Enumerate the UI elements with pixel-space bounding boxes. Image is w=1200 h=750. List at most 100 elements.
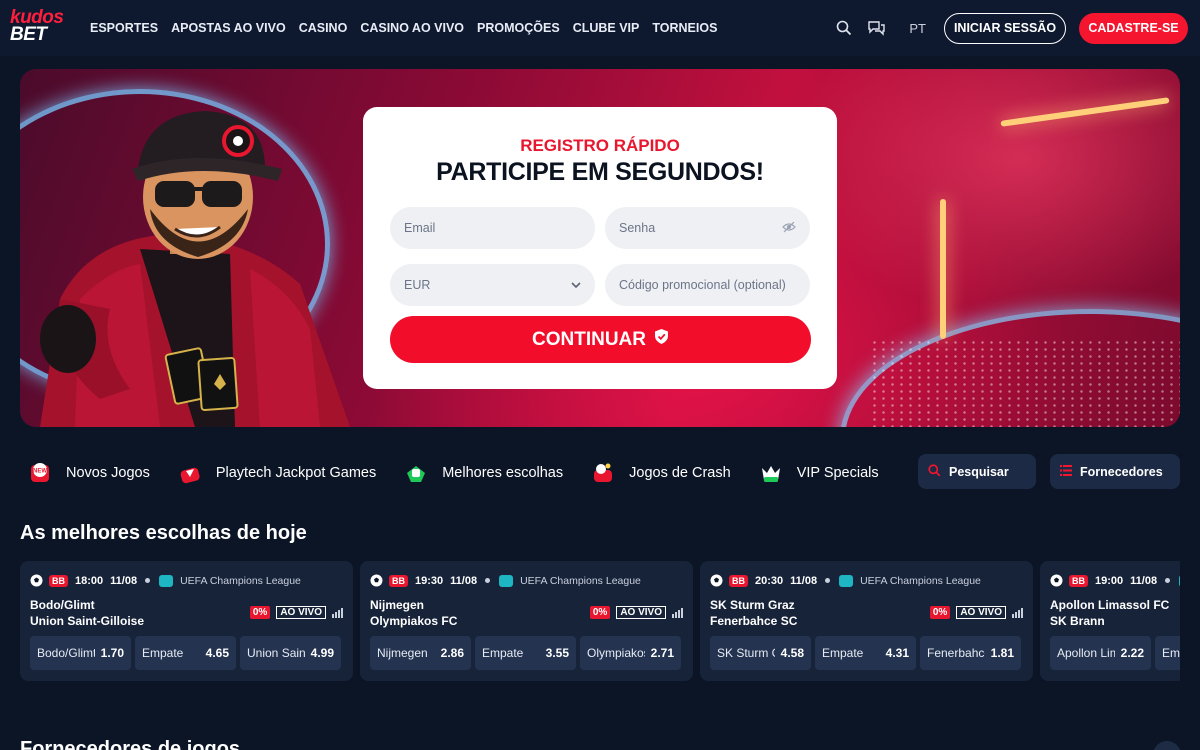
match-card[interactable]: BB 19:30 11/08 UEFA Champions League Nij… [360,561,693,681]
percent-badge: 0% [929,606,951,619]
top-picks-carousel: BB 18:00 11/08 UEFA Champions League Bod… [20,561,1180,681]
promo-code-field[interactable]: Código promocional (optional) [605,264,810,306]
category-label: Novos Jogos [66,465,150,481]
match-meta: BB 19:00 11/08 UEFA Champions League [1050,574,1180,587]
percent-badge: 0% [589,606,611,619]
shield-check-icon [654,328,669,351]
football-icon [710,574,723,587]
bet-builder-badge: BB [49,574,68,587]
away-team: Fenerbahce SC [710,614,798,628]
game-categories: NEW Novos Jogos Playtech Jackpot Games M… [28,456,907,490]
odd-button[interactable]: Fenerbahce SC 1.81 [920,636,1021,670]
email-field[interactable]: Email [390,207,595,249]
odd-button[interactable]: Empate [1155,636,1180,670]
odd-button[interactable]: Empate 4.31 [815,636,916,670]
away-team: Union Saint-Gilloise [30,614,145,628]
providers-button[interactable]: Fornecedores [1050,454,1180,489]
football-icon [370,574,383,587]
nav-item-promocoes[interactable]: PROMOÇÕES [477,21,560,35]
match-meta: BB 19:30 11/08 UEFA Champions League [370,574,641,587]
percent-badge: 0% [249,606,271,619]
main-nav: ESPORTES APOSTAS AO VIVO CASINO CASINO A… [90,0,717,56]
match-date: 11/08 [110,574,138,587]
nav-item-esportes[interactable]: ESPORTES [90,21,158,35]
eye-off-icon[interactable] [782,221,796,236]
odd-value: 1.81 [990,646,1014,660]
category-novos-jogos[interactable]: NEW Novos Jogos [28,461,150,485]
poker-player-illustration [40,111,350,427]
stats-icon[interactable] [1012,607,1023,618]
odds-row: Nijmegen 2.86 Empate 3.55 Olympiakos FC 2.71 [370,636,681,670]
neon-light-bar [1000,97,1170,127]
password-field[interactable]: Senha [605,207,810,249]
match-card[interactable]: BB 18:00 11/08 UEFA Champions League Bod… [20,561,353,681]
search-icon[interactable] [833,17,855,39]
currency-select[interactable]: EUR [390,264,595,306]
match-status: 0% AO VIVO [929,606,1023,619]
category-vip-specials[interactable]: VIP Specials [759,461,879,485]
chevron-down-icon [571,278,581,292]
league-icon [1179,574,1180,587]
chat-icon[interactable] [865,17,887,39]
nav-item-casino[interactable]: CASINO [299,21,348,35]
odd-outcome: Nijmegen [377,646,428,660]
league-icon [839,574,854,587]
carousel-arrow-button[interactable] [1153,741,1181,750]
login-button[interactable]: INICIAR SESSÃO [944,12,1066,44]
odd-outcome: Fenerbahce SC [927,646,985,660]
football-icon [30,574,43,587]
separator-dot [145,578,151,583]
jackpot-icon [178,461,202,485]
odd-outcome: Empate [822,646,864,660]
odd-button[interactable]: Nijmegen 2.86 [370,636,471,670]
odd-outcome: Olympiakos FC [587,646,645,660]
odd-outcome: Apollon Limassol FC [1057,646,1115,660]
match-card[interactable]: BB 20:30 11/08 UEFA Champions League SK … [700,561,1033,681]
brand-logo-line2: BET [10,24,47,45]
nav-item-apostas-ao-vivo[interactable]: APOSTAS AO VIVO [171,21,286,35]
providers-label: Fornecedores [1080,464,1163,479]
match-card[interactable]: BB 19:00 11/08 UEFA Champions League Apo… [1040,561,1180,681]
odd-button[interactable]: Olympiakos FC 2.71 [580,636,681,670]
odd-value: 4.99 [310,646,334,660]
list-icon [1060,464,1072,479]
live-badge: AO VIVO [276,606,326,619]
match-date: 11/08 [790,574,818,587]
odds-row: SK Sturm Graz 4.58 Empate 4.31 Fenerbahce SC… [710,636,1021,670]
nav-item-clube-vip[interactable]: CLUBE VIP [573,21,640,35]
providers-section-title: Fornecedores de jogos [20,738,241,750]
stats-icon[interactable] [332,607,343,618]
category-jogos-de-crash[interactable]: Jogos de Crash [591,461,731,485]
nav-item-torneios[interactable]: TORNEIOS [652,21,717,35]
odd-button[interactable]: Bodo/Glimt 1.70 [30,636,131,670]
league-icon [499,574,514,587]
league-name: UEFA Champions League [520,574,641,587]
odd-button[interactable]: Union Saint-Gilloise 4.99 [240,636,341,670]
odd-outcome: Empate [142,646,184,660]
signup-button[interactable]: CADASTRE-SE [1079,12,1188,44]
odd-button[interactable]: SK Sturm Graz 4.58 [710,636,811,670]
nav-item-casino-ao-vivo[interactable]: CASINO AO VIVO [360,21,464,35]
category-melhores-escolhas[interactable]: Melhores escolhas [404,461,563,485]
match-meta: BB 20:30 11/08 UEFA Champions League [710,574,981,587]
league-icon [159,574,174,587]
category-playtech-jackpot[interactable]: Playtech Jackpot Games [178,461,376,485]
hero-banner: REGISTRO RÁPIDO PARTICIPE EM SEGUNDOS! E… [20,69,1180,427]
language-selector[interactable]: PT [909,21,926,36]
odd-button[interactable]: Empate 3.55 [475,636,576,670]
odd-outcome: Empate [482,646,524,660]
odd-value: 4.65 [205,646,229,660]
odd-button[interactable]: Apollon Limassol FC 2.22 [1050,636,1151,670]
home-team: Nijmegen [370,598,425,612]
continue-button[interactable]: CONTINUAR [390,316,811,363]
odd-value: 3.55 [545,646,569,660]
home-team: Bodo/Glimt [30,598,95,612]
search-games-button[interactable]: Pesquisar [918,454,1036,489]
brand-logo[interactable]: kudos BET [10,8,78,47]
stats-icon[interactable] [672,607,683,618]
odd-button[interactable]: Empate 4.65 [135,636,236,670]
email-placeholder: Email [404,221,436,235]
match-status: 0% AO VIVO [589,606,683,619]
odd-value: 4.31 [885,646,909,660]
currency-value: EUR [404,278,431,292]
